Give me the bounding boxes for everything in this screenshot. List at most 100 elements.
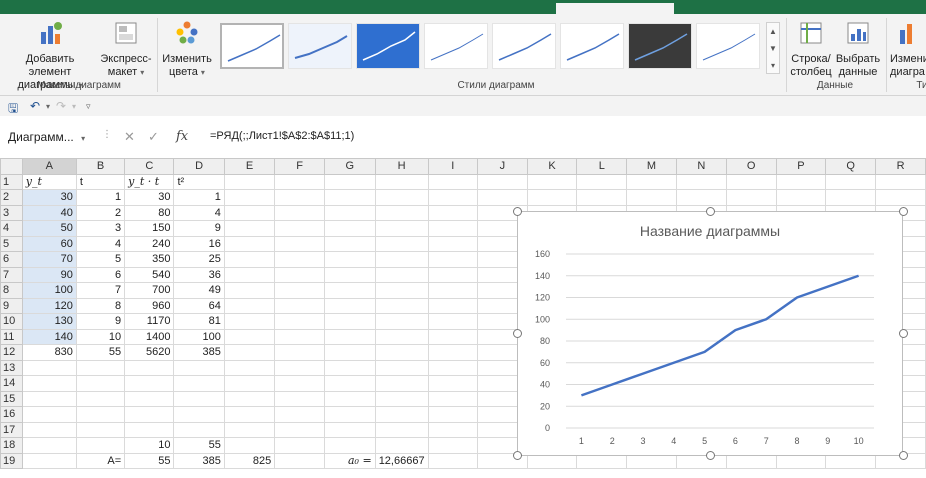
enter-icon[interactable]: ✓ [148,129,159,145]
cell-f2[interactable] [274,189,325,206]
change-colors-button[interactable]: Изменить цвета ▾ [158,20,216,79]
cell-c4[interactable]: 150 [124,220,175,237]
cell-e9[interactable] [223,297,276,314]
cell-h10[interactable] [374,313,429,330]
row-header[interactable]: 13 [0,359,23,376]
change-chart-type-button[interactable]: Измени диагра [890,20,926,79]
cell-b3[interactable]: 2 [75,204,126,221]
switch-row-column-button[interactable]: Строка/ столбец [788,20,834,79]
cell-a6[interactable]: 70 [21,251,77,268]
cell-f14[interactable] [274,375,325,392]
cell-g9[interactable] [323,297,376,314]
cell-i13[interactable] [427,359,479,376]
cell-c9[interactable]: 960 [124,297,175,314]
cell-b6[interactable]: 5 [75,251,126,268]
cell-c10[interactable]: 1170 [124,313,175,330]
cell-a19[interactable] [21,452,77,469]
cell-l2[interactable] [576,189,628,206]
cell-d10[interactable]: 81 [173,313,225,330]
cell-i17[interactable] [427,421,479,438]
cell-a8[interactable]: 100 [21,282,77,299]
select-data-button[interactable]: Выбрать данные [834,20,882,79]
cell-e11[interactable] [223,328,276,345]
cell-h3[interactable] [374,204,429,221]
chart-style-1[interactable] [220,23,284,69]
cell-g11[interactable] [323,328,376,345]
cell-d14[interactable] [173,375,225,392]
cell-a9[interactable]: 120 [21,297,77,314]
cell-g3[interactable] [323,204,376,221]
cell-d2[interactable]: 1 [173,189,225,206]
quick-layout-button[interactable]: Экспресс- макет ▾ [98,20,154,79]
cell-g7[interactable] [323,266,376,283]
cell-h15[interactable] [374,390,429,407]
cell-a16[interactable] [21,406,77,423]
cell-c16[interactable] [124,406,175,423]
column-header[interactable]: R [875,158,926,175]
row-header[interactable]: 14 [0,375,23,392]
cell-b5[interactable]: 4 [75,235,126,252]
cell-e13[interactable] [223,359,276,376]
cell-a13[interactable] [21,359,77,376]
cell-c14[interactable] [124,375,175,392]
cell-a17[interactable] [21,421,77,438]
resize-handle-s[interactable] [706,451,715,460]
cell-a11[interactable]: 140 [21,328,77,345]
cell-e14[interactable] [223,375,276,392]
cell-r1[interactable] [875,173,926,190]
cell-h5[interactable] [374,235,429,252]
fx-icon[interactable]: fx [176,129,188,144]
cell-d15[interactable] [173,390,225,407]
cell-d16[interactable] [173,406,225,423]
column-header[interactable]: G [323,158,376,175]
cell-d4[interactable]: 9 [173,220,225,237]
name-box[interactable]: Диаграмм... ▾ [4,128,116,146]
cell-g18[interactable] [323,437,376,454]
cell-f1[interactable] [274,173,325,190]
cell-f5[interactable] [274,235,325,252]
cell-f6[interactable] [274,251,325,268]
scroll-down-icon[interactable]: ▼ [767,40,779,57]
cell-g1[interactable] [323,173,376,190]
cell-a2[interactable]: 30 [21,189,77,206]
cell-e19[interactable]: 825 [223,452,276,469]
cell-b19[interactable]: A= [75,452,126,469]
cell-b13[interactable] [75,359,126,376]
cell-f15[interactable] [274,390,325,407]
cell-c19[interactable]: 55 [124,452,175,469]
cell-g15[interactable] [323,390,376,407]
cell-c11[interactable]: 1400 [124,328,175,345]
cell-i2[interactable] [427,189,479,206]
cell-a7[interactable]: 90 [21,266,77,283]
cell-i9[interactable] [427,297,479,314]
row-header[interactable]: 11 [0,328,23,345]
cell-g17[interactable] [323,421,376,438]
column-header[interactable]: B [75,158,126,175]
formula-input[interactable]: =РЯД(;;Лист1!$A$2:$A$11;1) [210,130,354,142]
row-header[interactable]: 2 [0,189,23,206]
cell-f9[interactable] [274,297,325,314]
cell-l1[interactable] [576,173,628,190]
cell-h6[interactable] [374,251,429,268]
cell-f4[interactable] [274,220,325,237]
cell-j2[interactable] [477,189,528,206]
chevron-down-icon[interactable]: ▾ [46,102,50,111]
cell-i12[interactable] [427,344,479,361]
cell-f19[interactable] [274,452,325,469]
cell-e3[interactable] [223,204,276,221]
cell-h7[interactable] [374,266,429,283]
row-header[interactable]: 8 [0,282,23,299]
cell-a5[interactable]: 60 [21,235,77,252]
cell-i19[interactable] [427,452,479,469]
cell-d6[interactable]: 25 [173,251,225,268]
cell-h12[interactable] [374,344,429,361]
cell-e7[interactable] [223,266,276,283]
row-header[interactable]: 6 [0,251,23,268]
cell-c7[interactable]: 540 [124,266,175,283]
cell-i7[interactable] [427,266,479,283]
cell-i8[interactable] [427,282,479,299]
column-header[interactable]: M [626,158,677,175]
cell-b11[interactable]: 10 [75,328,126,345]
scroll-up-icon[interactable]: ▲ [767,23,779,40]
gallery-more-icon[interactable]: ▾ [767,57,779,74]
